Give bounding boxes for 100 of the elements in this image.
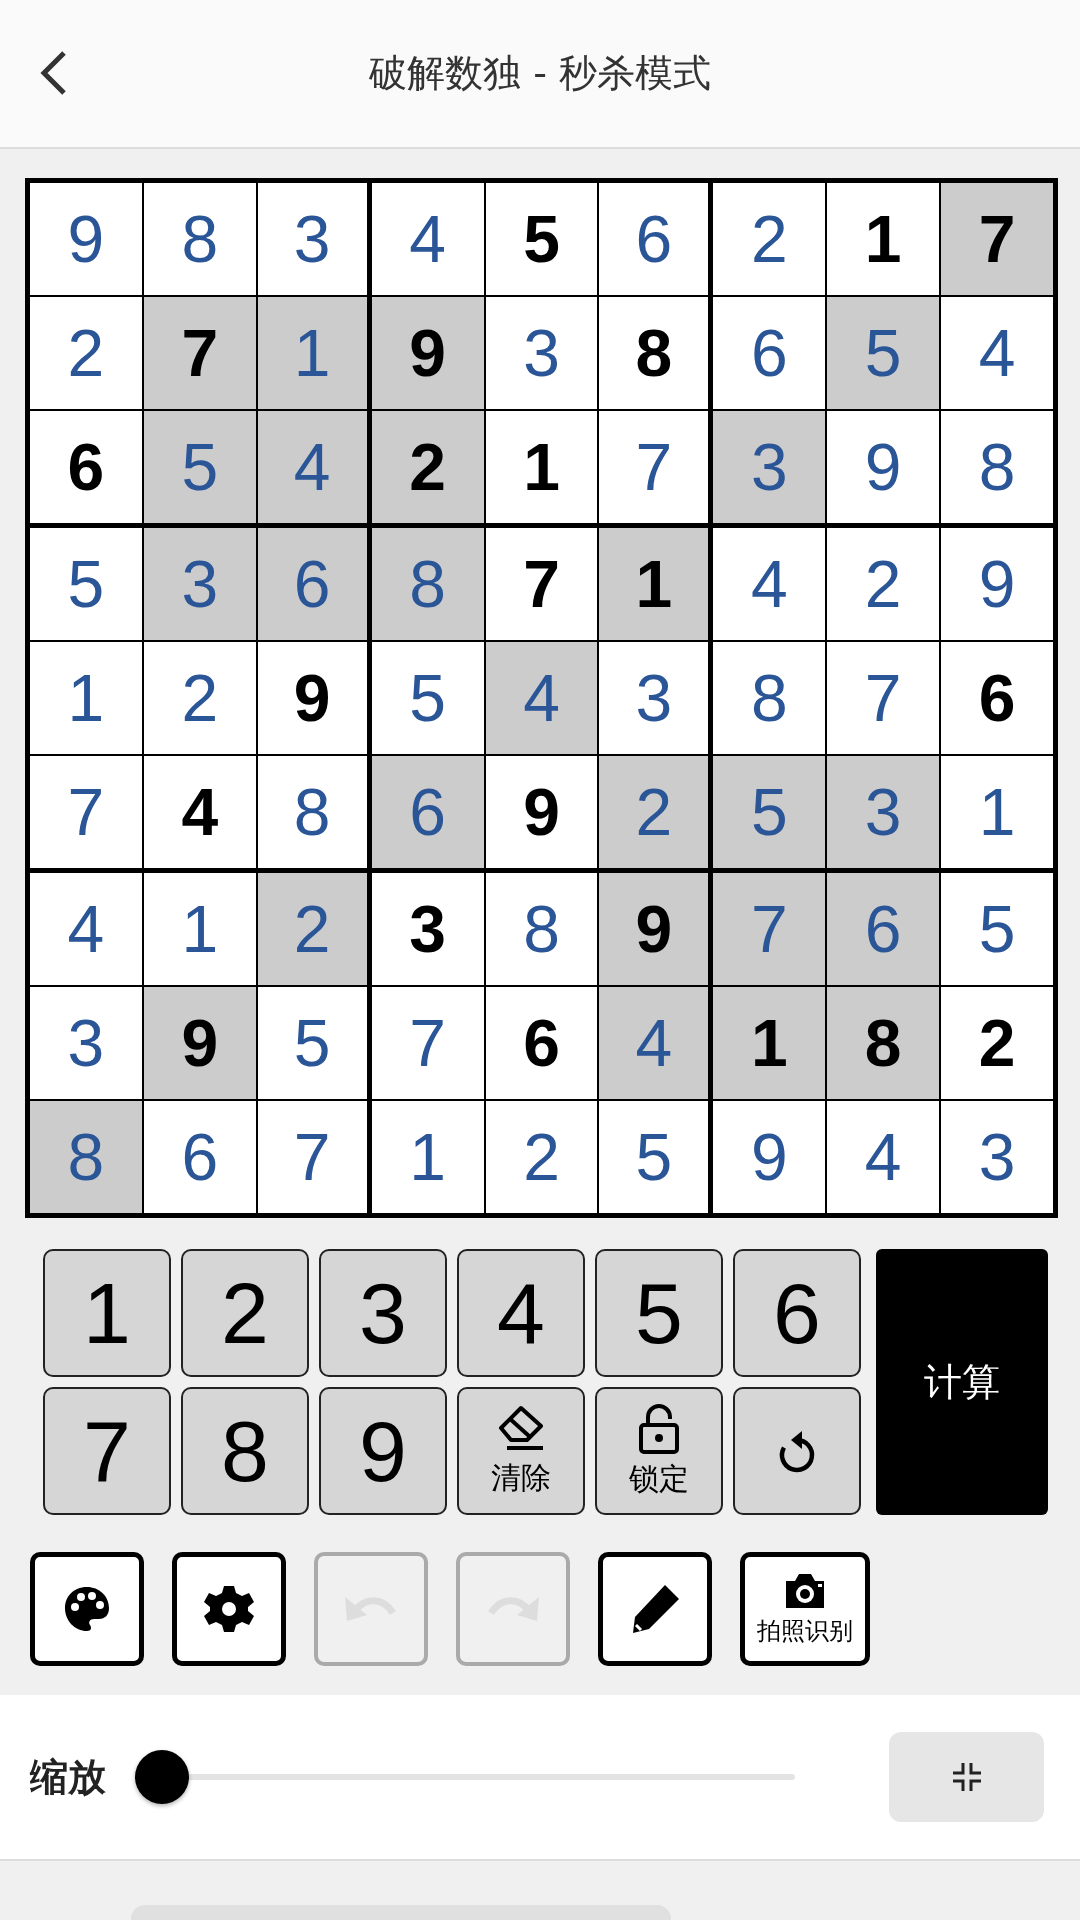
grid-cell[interactable]: 3 <box>941 1101 1053 1213</box>
number-key[interactable]: 1 <box>43 1249 171 1377</box>
grid-cell[interactable]: 6 <box>827 873 940 985</box>
grid-cell[interactable]: 3 <box>30 987 142 1099</box>
number-key[interactable]: 4 <box>457 1249 585 1377</box>
grid-cell[interactable]: 9 <box>371 297 484 409</box>
grid-cell[interactable]: 5 <box>485 183 598 295</box>
grid-cell[interactable]: 8 <box>941 411 1053 523</box>
grid-cell[interactable]: 9 <box>143 987 256 1099</box>
reset-key[interactable] <box>733 1387 861 1515</box>
grid-cell[interactable]: 5 <box>30 528 142 640</box>
settings-button[interactable] <box>172 1552 286 1666</box>
pencil-button[interactable] <box>598 1552 712 1666</box>
grid-cell[interactable]: 9 <box>599 873 709 985</box>
grid-cell[interactable]: 8 <box>257 756 367 868</box>
grid-cell[interactable]: 9 <box>257 642 367 754</box>
grid-cell[interactable]: 1 <box>941 756 1053 868</box>
grid-cell[interactable]: 2 <box>599 756 709 868</box>
grid-cell[interactable]: 8 <box>30 1101 142 1213</box>
grid-cell[interactable]: 6 <box>713 297 826 409</box>
back-icon[interactable] <box>38 50 68 96</box>
grid-cell[interactable]: 2 <box>143 642 256 754</box>
grid-cell[interactable]: 1 <box>713 987 826 1099</box>
grid-cell[interactable]: 5 <box>713 756 826 868</box>
grid-cell[interactable]: 7 <box>713 873 826 985</box>
grid-cell[interactable]: 6 <box>371 756 484 868</box>
grid-cell[interactable]: 4 <box>371 183 484 295</box>
grid-cell[interactable]: 7 <box>257 1101 367 1213</box>
number-key[interactable]: 9 <box>319 1387 447 1515</box>
grid-cell[interactable]: 9 <box>713 1101 826 1213</box>
grid-cell[interactable]: 7 <box>143 297 256 409</box>
grid-cell[interactable]: 5 <box>941 873 1053 985</box>
lock-key[interactable]: 锁定 <box>595 1387 723 1515</box>
palette-button[interactable] <box>30 1552 144 1666</box>
grid-cell[interactable]: 2 <box>257 873 367 985</box>
number-key[interactable]: 2 <box>181 1249 309 1377</box>
grid-cell[interactable]: 8 <box>827 987 940 1099</box>
number-key[interactable]: 8 <box>181 1387 309 1515</box>
grid-cell[interactable]: 8 <box>371 528 484 640</box>
grid-cell[interactable]: 4 <box>143 756 256 868</box>
grid-cell[interactable]: 1 <box>30 642 142 754</box>
grid-cell[interactable]: 7 <box>599 411 709 523</box>
grid-cell[interactable]: 2 <box>713 183 826 295</box>
grid-cell[interactable]: 7 <box>485 528 598 640</box>
grid-cell[interactable]: 3 <box>713 411 826 523</box>
number-key[interactable]: 5 <box>595 1249 723 1377</box>
grid-cell[interactable]: 5 <box>827 297 940 409</box>
grid-cell[interactable]: 3 <box>257 183 367 295</box>
grid-cell[interactable]: 2 <box>827 528 940 640</box>
grid-cell[interactable]: 3 <box>143 528 256 640</box>
grid-cell[interactable]: 5 <box>371 642 484 754</box>
grid-cell[interactable]: 6 <box>143 1101 256 1213</box>
grid-cell[interactable]: 4 <box>713 528 826 640</box>
grid-cell[interactable]: 1 <box>371 1101 484 1213</box>
grid-cell[interactable]: 5 <box>599 1101 709 1213</box>
grid-cell[interactable]: 2 <box>941 987 1053 1099</box>
grid-cell[interactable]: 1 <box>485 411 598 523</box>
compute-button[interactable]: 计算 <box>876 1249 1048 1515</box>
grid-cell[interactable]: 9 <box>827 411 940 523</box>
grid-cell[interactable]: 9 <box>485 756 598 868</box>
grid-cell[interactable]: 5 <box>257 987 367 1099</box>
grid-cell[interactable]: 4 <box>827 1101 940 1213</box>
grid-cell[interactable]: 4 <box>257 411 367 523</box>
grid-cell[interactable]: 2 <box>371 411 484 523</box>
grid-cell[interactable]: 9 <box>30 183 142 295</box>
grid-cell[interactable]: 9 <box>941 528 1053 640</box>
grid-cell[interactable]: 6 <box>30 411 142 523</box>
grid-cell[interactable]: 6 <box>485 987 598 1099</box>
grid-cell[interactable]: 8 <box>485 873 598 985</box>
camera-button[interactable]: 拍照识别 <box>740 1552 870 1666</box>
grid-cell[interactable]: 1 <box>257 297 367 409</box>
grid-cell[interactable]: 4 <box>941 297 1053 409</box>
zoom-slider[interactable] <box>135 1750 795 1804</box>
grid-cell[interactable]: 3 <box>485 297 598 409</box>
grid-cell[interactable]: 1 <box>143 873 256 985</box>
grid-cell[interactable]: 7 <box>30 756 142 868</box>
grid-cell[interactable]: 8 <box>599 297 709 409</box>
grid-cell[interactable]: 6 <box>941 642 1053 754</box>
grid-cell[interactable]: 7 <box>941 183 1053 295</box>
grid-cell[interactable]: 1 <box>827 183 940 295</box>
grid-cell[interactable]: 4 <box>599 987 709 1099</box>
number-key[interactable]: 6 <box>733 1249 861 1377</box>
grid-cell[interactable]: 2 <box>30 297 142 409</box>
eraser-key[interactable]: 清除 <box>457 1387 585 1515</box>
grid-cell[interactable]: 4 <box>30 873 142 985</box>
grid-cell[interactable]: 3 <box>827 756 940 868</box>
grid-cell[interactable]: 1 <box>599 528 709 640</box>
grid-cell[interactable]: 8 <box>713 642 826 754</box>
grid-cell[interactable]: 5 <box>143 411 256 523</box>
grid-cell[interactable]: 7 <box>827 642 940 754</box>
collapse-button[interactable] <box>889 1732 1044 1822</box>
grid-cell[interactable]: 4 <box>485 642 598 754</box>
grid-cell[interactable]: 6 <box>257 528 367 640</box>
grid-cell[interactable]: 8 <box>143 183 256 295</box>
grid-cell[interactable]: 6 <box>599 183 709 295</box>
grid-cell[interactable]: 2 <box>485 1101 598 1213</box>
number-key[interactable]: 7 <box>43 1387 171 1515</box>
grid-cell[interactable]: 7 <box>371 987 484 1099</box>
grid-cell[interactable]: 3 <box>371 873 484 985</box>
grid-cell[interactable]: 3 <box>599 642 709 754</box>
